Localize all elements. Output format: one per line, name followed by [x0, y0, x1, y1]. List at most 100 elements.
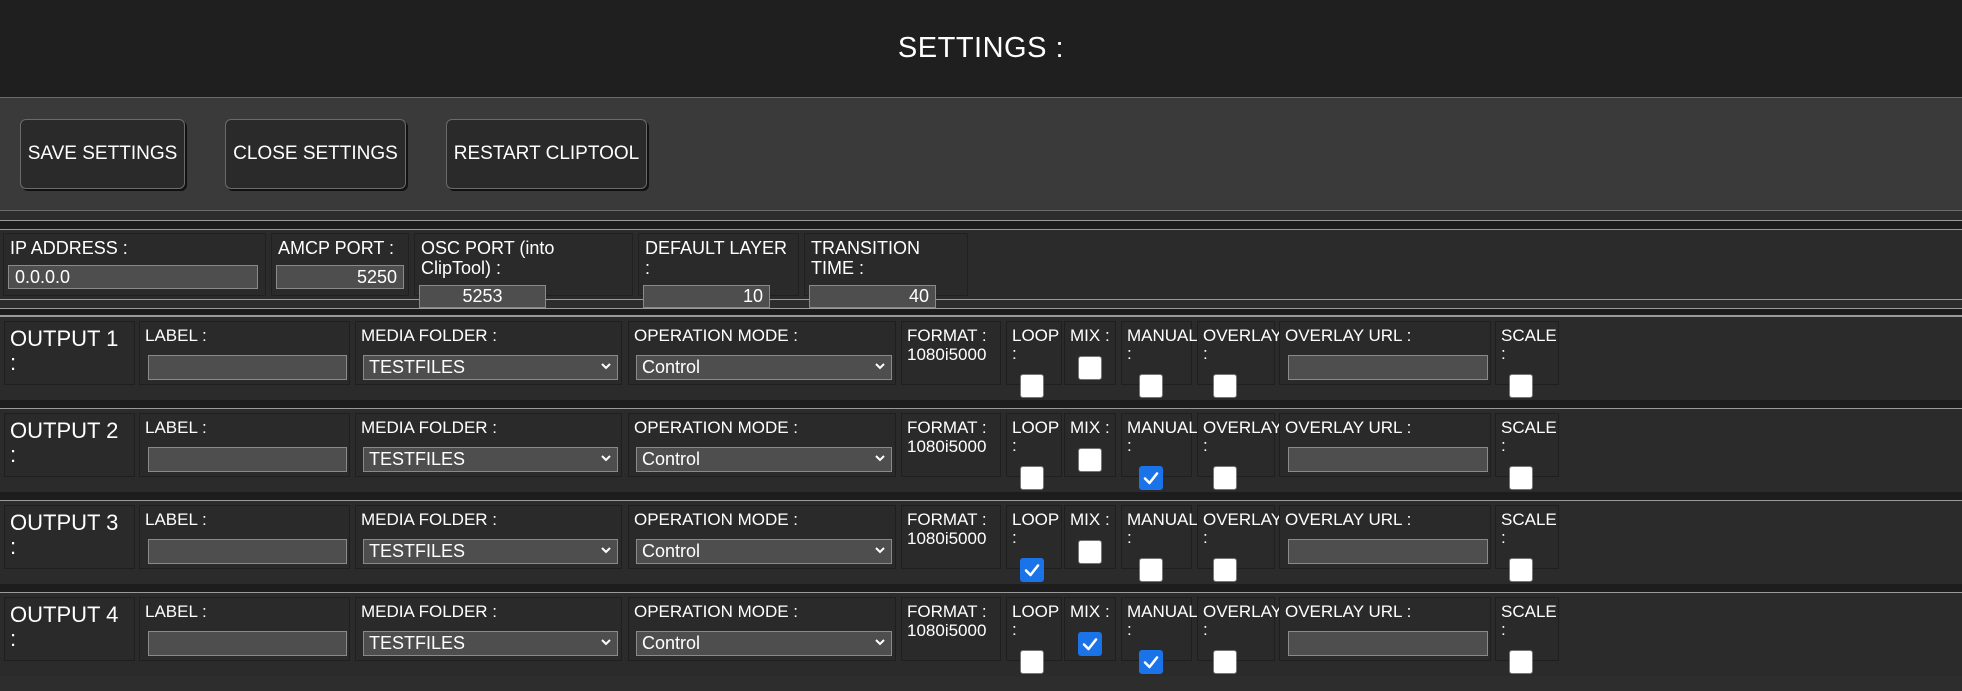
operation-mode-select[interactable]: Control: [636, 631, 892, 656]
transition-time-label: TRANSITION TIME :: [811, 238, 921, 278]
format-label: FORMAT :: [907, 510, 987, 529]
manual-checkbox[interactable]: [1139, 558, 1163, 582]
manual-checkbox[interactable]: [1139, 466, 1163, 490]
scale-label: SCALE :: [1501, 510, 1557, 547]
osc-port-input[interactable]: [419, 285, 546, 308]
media-folder-label: MEDIA FOLDER :: [361, 602, 498, 621]
loop-checkbox[interactable]: [1020, 374, 1044, 398]
overlay-checkbox[interactable]: [1213, 650, 1237, 674]
label-input[interactable]: [148, 447, 347, 472]
operation-mode-cell: OPERATION MODE : Control: [628, 597, 896, 661]
operation-mode-label: OPERATION MODE :: [634, 418, 799, 437]
row-divider: [0, 584, 1962, 592]
title-cell: OUTPUT 4 :: [4, 597, 135, 661]
ip-address-input[interactable]: [8, 265, 258, 289]
loop-label: LOOP :: [1012, 602, 1059, 639]
save-settings-button[interactable]: SAVE SETTINGS: [20, 119, 185, 189]
label-label: LABEL :: [145, 602, 207, 621]
media-folder-cell: MEDIA FOLDER : TESTFILES: [355, 597, 622, 661]
selected-value: TESTFILES: [369, 449, 466, 469]
media-folder-select[interactable]: TESTFILES: [363, 447, 618, 472]
label-input[interactable]: [148, 539, 347, 564]
overlay-url-input[interactable]: [1288, 355, 1488, 380]
ip-address-label: IP ADDRESS :: [10, 238, 128, 258]
manual-cell: MANUAL :: [1121, 597, 1197, 674]
loop-checkbox[interactable]: [1020, 558, 1044, 582]
operation-mode-cell: OPERATION MODE : Control: [628, 505, 896, 569]
overlay-url-input[interactable]: [1288, 631, 1488, 656]
overlay-checkbox[interactable]: [1213, 558, 1237, 582]
mix-checkbox[interactable]: [1078, 356, 1102, 380]
media-folder-cell: MEDIA FOLDER : TESTFILES: [355, 505, 622, 569]
close-settings-button[interactable]: CLOSE SETTINGS: [225, 119, 406, 189]
loop-cell: LOOP :: [1006, 321, 1062, 398]
overlay-url-label: OVERLAY URL :: [1285, 602, 1412, 621]
scale-checkbox[interactable]: [1509, 558, 1533, 582]
scale-cell: SCALE :: [1495, 505, 1559, 582]
mix-label: MIX :: [1070, 418, 1110, 437]
format-cell: FORMAT :1080i5000: [901, 597, 1001, 661]
media-folder-select[interactable]: TESTFILES: [363, 355, 618, 380]
osc-port-group: OSC PORT (into ClipTool) :: [414, 233, 633, 308]
overlay-url-label: OVERLAY URL :: [1285, 418, 1412, 437]
selected-value: Control: [642, 449, 701, 469]
default-layer-group: DEFAULT LAYER :: [638, 233, 799, 308]
loop-checkbox[interactable]: [1020, 466, 1044, 490]
format-value: 1080i5000: [907, 529, 987, 548]
overlay-cell: OVERLAY :: [1197, 505, 1282, 582]
manual-label: MANUAL :: [1127, 326, 1198, 363]
media-folder-cell: MEDIA FOLDER : TESTFILES: [355, 321, 622, 385]
amcp-port-input[interactable]: [276, 265, 404, 289]
overlay-url-input[interactable]: [1288, 539, 1488, 564]
row-divider: [0, 492, 1962, 500]
manual-checkbox[interactable]: [1139, 650, 1163, 674]
scale-cell: SCALE :: [1495, 413, 1559, 490]
amcp-port-group: AMCP PORT :: [271, 233, 409, 296]
label-input[interactable]: [148, 631, 347, 656]
format-value: 1080i5000: [907, 345, 987, 364]
operation-mode-select[interactable]: Control: [636, 539, 892, 564]
mix-cell: MIX :: [1064, 413, 1116, 477]
label-cell: LABEL :: [139, 321, 350, 385]
scale-cell: SCALE :: [1495, 321, 1559, 398]
mix-checkbox[interactable]: [1078, 632, 1102, 656]
default-layer-input[interactable]: [643, 285, 770, 308]
overlay-checkbox[interactable]: [1213, 466, 1237, 490]
overlay-cell: OVERLAY :: [1197, 321, 1282, 398]
overlay-url-cell: OVERLAY URL :: [1279, 413, 1491, 477]
toolbar: SAVE SETTINGS CLOSE SETTINGS RESTART CLI…: [0, 98, 1962, 211]
restart-cliptool-button[interactable]: RESTART CLIPTOOL: [446, 119, 647, 189]
media-folder-select[interactable]: TESTFILES: [363, 631, 618, 656]
loop-checkbox[interactable]: [1020, 650, 1044, 674]
mix-checkbox[interactable]: [1078, 540, 1102, 564]
manual-label: MANUAL :: [1127, 418, 1198, 455]
overlay-url-input[interactable]: [1288, 447, 1488, 472]
output-title: OUTPUT 4 :: [10, 602, 119, 651]
scale-cell: SCALE :: [1495, 597, 1559, 674]
loop-label: LOOP :: [1012, 510, 1059, 547]
media-folder-select[interactable]: TESTFILES: [363, 539, 618, 564]
scale-checkbox[interactable]: [1509, 650, 1533, 674]
overlay-url-cell: OVERLAY URL :: [1279, 597, 1491, 661]
manual-label: MANUAL :: [1127, 510, 1198, 547]
scale-checkbox[interactable]: [1509, 374, 1533, 398]
transition-time-input[interactable]: [809, 285, 936, 308]
scale-checkbox[interactable]: [1509, 466, 1533, 490]
mix-checkbox[interactable]: [1078, 448, 1102, 472]
selected-value: TESTFILES: [369, 541, 466, 561]
amcp-port-label: AMCP PORT :: [278, 238, 395, 258]
overlay-checkbox[interactable]: [1213, 374, 1237, 398]
operation-mode-cell: OPERATION MODE : Control: [628, 321, 896, 385]
overlay-label: OVERLAY :: [1203, 510, 1282, 547]
manual-checkbox[interactable]: [1139, 374, 1163, 398]
label-label: LABEL :: [145, 418, 207, 437]
transition-time-group: TRANSITION TIME :: [804, 233, 968, 308]
operation-mode-select[interactable]: Control: [636, 447, 892, 472]
format-value: 1080i5000: [907, 621, 987, 640]
chevron-down-icon: [600, 356, 612, 384]
operation-mode-label: OPERATION MODE :: [634, 510, 799, 529]
global-settings-row: IP ADDRESS : AMCP PORT : OSC PORT (into …: [0, 230, 1962, 308]
title-cell: OUTPUT 2 :: [4, 413, 135, 477]
operation-mode-select[interactable]: Control: [636, 355, 892, 380]
label-input[interactable]: [148, 355, 347, 380]
